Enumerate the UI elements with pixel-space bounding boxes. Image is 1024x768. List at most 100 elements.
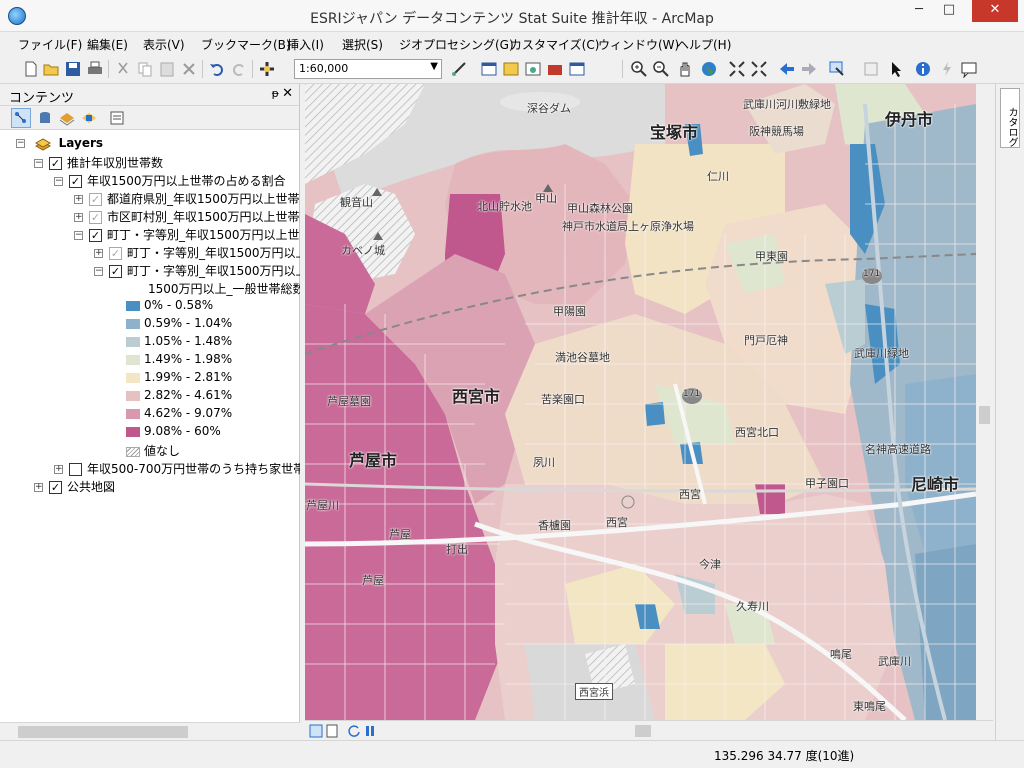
clear-selection-icon[interactable] bbox=[862, 60, 880, 78]
expand-toggle[interactable]: + bbox=[74, 213, 83, 222]
legend-item[interactable]: 0.59% - 1.04% bbox=[126, 316, 232, 334]
close-icon[interactable]: ✕ bbox=[282, 86, 293, 101]
scroll-thumb[interactable] bbox=[18, 726, 188, 738]
expand-toggle[interactable]: + bbox=[54, 465, 63, 474]
back-arrow-icon[interactable] bbox=[778, 60, 796, 78]
visibility-checkbox[interactable]: ✓ bbox=[109, 247, 122, 260]
expand-toggle[interactable]: + bbox=[34, 483, 43, 492]
town-group-layer-row[interactable]: − ✓ 町丁・字等別_年収1500万円以上世 bbox=[74, 226, 300, 244]
legend-item[interactable]: 4.62% - 9.07% bbox=[126, 406, 232, 424]
visibility-checkbox[interactable]: ✓ bbox=[109, 265, 122, 278]
list-by-drawing-order-icon[interactable] bbox=[11, 108, 31, 128]
delete-icon[interactable] bbox=[180, 60, 198, 78]
undo-icon[interactable] bbox=[208, 60, 226, 78]
list-by-source-icon[interactable] bbox=[36, 109, 54, 127]
fixed-zoom-in-icon[interactable] bbox=[728, 60, 746, 78]
pause-drawing-icon[interactable] bbox=[363, 724, 377, 738]
basemap-layer-row[interactable]: + ✓ 公共地図 bbox=[34, 478, 115, 496]
collapse-toggle[interactable]: − bbox=[74, 231, 83, 240]
legend-item[interactable]: 0% - 0.58% bbox=[126, 298, 213, 316]
editor-toolbar-icon[interactable] bbox=[450, 60, 468, 78]
collapse-toggle[interactable]: − bbox=[16, 139, 25, 148]
zoom-out-icon[interactable] bbox=[652, 60, 670, 78]
legend-item[interactable]: 1.05% - 1.48% bbox=[126, 334, 232, 352]
legend-item[interactable]: 2.82% - 4.61% bbox=[126, 388, 232, 406]
choropleth-map[interactable] bbox=[305, 84, 976, 720]
legend-item[interactable]: 1.99% - 2.81% bbox=[126, 370, 232, 388]
list-by-selection-icon[interactable] bbox=[80, 109, 98, 127]
menu-file[interactable]: ファイル(F) bbox=[18, 36, 82, 53]
add-data-icon[interactable] bbox=[258, 60, 276, 78]
scroll-thumb[interactable] bbox=[979, 406, 990, 424]
catalog-tab[interactable]: カタログ bbox=[1000, 88, 1020, 148]
expand-toggle[interactable]: + bbox=[94, 249, 103, 258]
city-layer-row[interactable]: + ✓ 市区町村別_年収1500万円以上世帯 bbox=[74, 208, 300, 226]
menu-geoprocessing[interactable]: ジオプロセシング(G) bbox=[399, 36, 514, 53]
data-view-icon[interactable] bbox=[325, 724, 339, 738]
fixed-zoom-out-icon[interactable] bbox=[750, 60, 768, 78]
map-horizontal-scroll-thumb[interactable] bbox=[635, 725, 651, 737]
visibility-checkbox[interactable]: ✓ bbox=[69, 175, 82, 188]
visibility-checkbox[interactable] bbox=[69, 463, 82, 476]
chevron-down-icon[interactable]: ▼ bbox=[430, 61, 438, 72]
map-view[interactable]: 宝塚市 伊丹市 西宮市 芦屋市 尼崎市 深谷ダム 武庫川河川敷緑地 阪神競馬場 … bbox=[305, 84, 976, 720]
layers-dataframe-row[interactable]: − Layers bbox=[16, 136, 103, 154]
save-icon[interactable] bbox=[64, 60, 82, 78]
menu-edit[interactable]: 編集(E) bbox=[87, 36, 128, 53]
legend-item-nodata[interactable]: 値なし bbox=[126, 442, 180, 460]
minimize-button[interactable]: ─ bbox=[904, 0, 934, 22]
prefecture-layer-row[interactable]: + ✓ 都道府県別_年収1500万円以上世帯 bbox=[74, 190, 300, 208]
map-scale-combobox[interactable]: 1:60,000 ▼ bbox=[294, 59, 442, 79]
collapse-toggle[interactable]: − bbox=[34, 159, 43, 168]
menu-windows[interactable]: ウィンドウ(W) bbox=[598, 36, 679, 53]
subgroup-layer-row[interactable]: − ✓ 年収1500万円以上世帯の占める割合 bbox=[54, 172, 286, 190]
visibility-checkbox[interactable]: ✓ bbox=[89, 211, 102, 224]
new-document-icon[interactable] bbox=[22, 60, 40, 78]
arctoolbox-icon[interactable] bbox=[546, 60, 564, 78]
copy-icon[interactable] bbox=[136, 60, 154, 78]
menu-help[interactable]: ヘルプ(H) bbox=[677, 36, 731, 53]
toc-horizontal-scrollbar[interactable] bbox=[0, 722, 300, 740]
menu-selection[interactable]: 選択(S) bbox=[342, 36, 383, 53]
pan-hand-icon[interactable] bbox=[676, 60, 694, 78]
town-layer-row-1[interactable]: + ✓ 町丁・字等別_年収1500万円以上 bbox=[94, 244, 300, 262]
hyperlink-lightning-icon[interactable] bbox=[938, 60, 956, 78]
visibility-checkbox[interactable]: ✓ bbox=[89, 229, 102, 242]
open-folder-icon[interactable] bbox=[42, 60, 60, 78]
html-popup-icon[interactable] bbox=[960, 60, 978, 78]
expand-toggle[interactable]: + bbox=[74, 195, 83, 204]
group-layer-row[interactable]: − ✓ 推計年収別世帯数 bbox=[34, 154, 163, 172]
table-of-contents-icon[interactable] bbox=[480, 60, 498, 78]
collapse-toggle[interactable]: − bbox=[94, 267, 103, 276]
cut-icon[interactable] bbox=[114, 60, 132, 78]
layout-view-icon[interactable] bbox=[309, 724, 323, 738]
menu-bookmarks[interactable]: ブックマーク(B) bbox=[201, 36, 291, 53]
legend-item[interactable]: 1.49% - 1.98% bbox=[126, 352, 232, 370]
collapse-toggle[interactable]: − bbox=[54, 177, 63, 186]
menu-insert[interactable]: 挿入(I) bbox=[287, 36, 324, 53]
identify-icon[interactable] bbox=[914, 60, 932, 78]
zoom-in-icon[interactable] bbox=[630, 60, 648, 78]
redo-icon[interactable] bbox=[230, 60, 248, 78]
pin-icon[interactable]: ᵽ bbox=[272, 87, 279, 100]
legend-item[interactable]: 9.08% - 60% bbox=[126, 424, 221, 442]
print-icon[interactable] bbox=[86, 60, 104, 78]
paste-icon[interactable] bbox=[158, 60, 176, 78]
map-vertical-scrollbar[interactable] bbox=[976, 84, 993, 720]
forward-arrow-icon[interactable] bbox=[800, 60, 818, 78]
visibility-checkbox[interactable]: ✓ bbox=[49, 481, 62, 494]
maximize-button[interactable]: □ bbox=[934, 0, 964, 22]
visibility-checkbox[interactable]: ✓ bbox=[49, 157, 62, 170]
select-elements-arrow-icon[interactable] bbox=[888, 60, 906, 78]
menu-customize[interactable]: カスタマイズ(C) bbox=[510, 36, 599, 53]
search-window-icon[interactable] bbox=[524, 60, 542, 78]
select-features-icon[interactable] bbox=[828, 60, 846, 78]
menu-view[interactable]: 表示(V) bbox=[143, 36, 185, 53]
town-layer-row-2[interactable]: − ✓ 町丁・字等別_年収1500万円以上 bbox=[94, 262, 300, 280]
python-window-icon[interactable] bbox=[568, 60, 586, 78]
full-extent-globe-icon[interactable] bbox=[700, 60, 718, 78]
options-icon[interactable] bbox=[108, 109, 126, 127]
list-by-visibility-icon[interactable] bbox=[58, 109, 76, 127]
second-subgroup-row[interactable]: + 年収500-700万円世帯のうち持ち家世帯( bbox=[54, 460, 300, 478]
visibility-checkbox[interactable]: ✓ bbox=[89, 193, 102, 206]
